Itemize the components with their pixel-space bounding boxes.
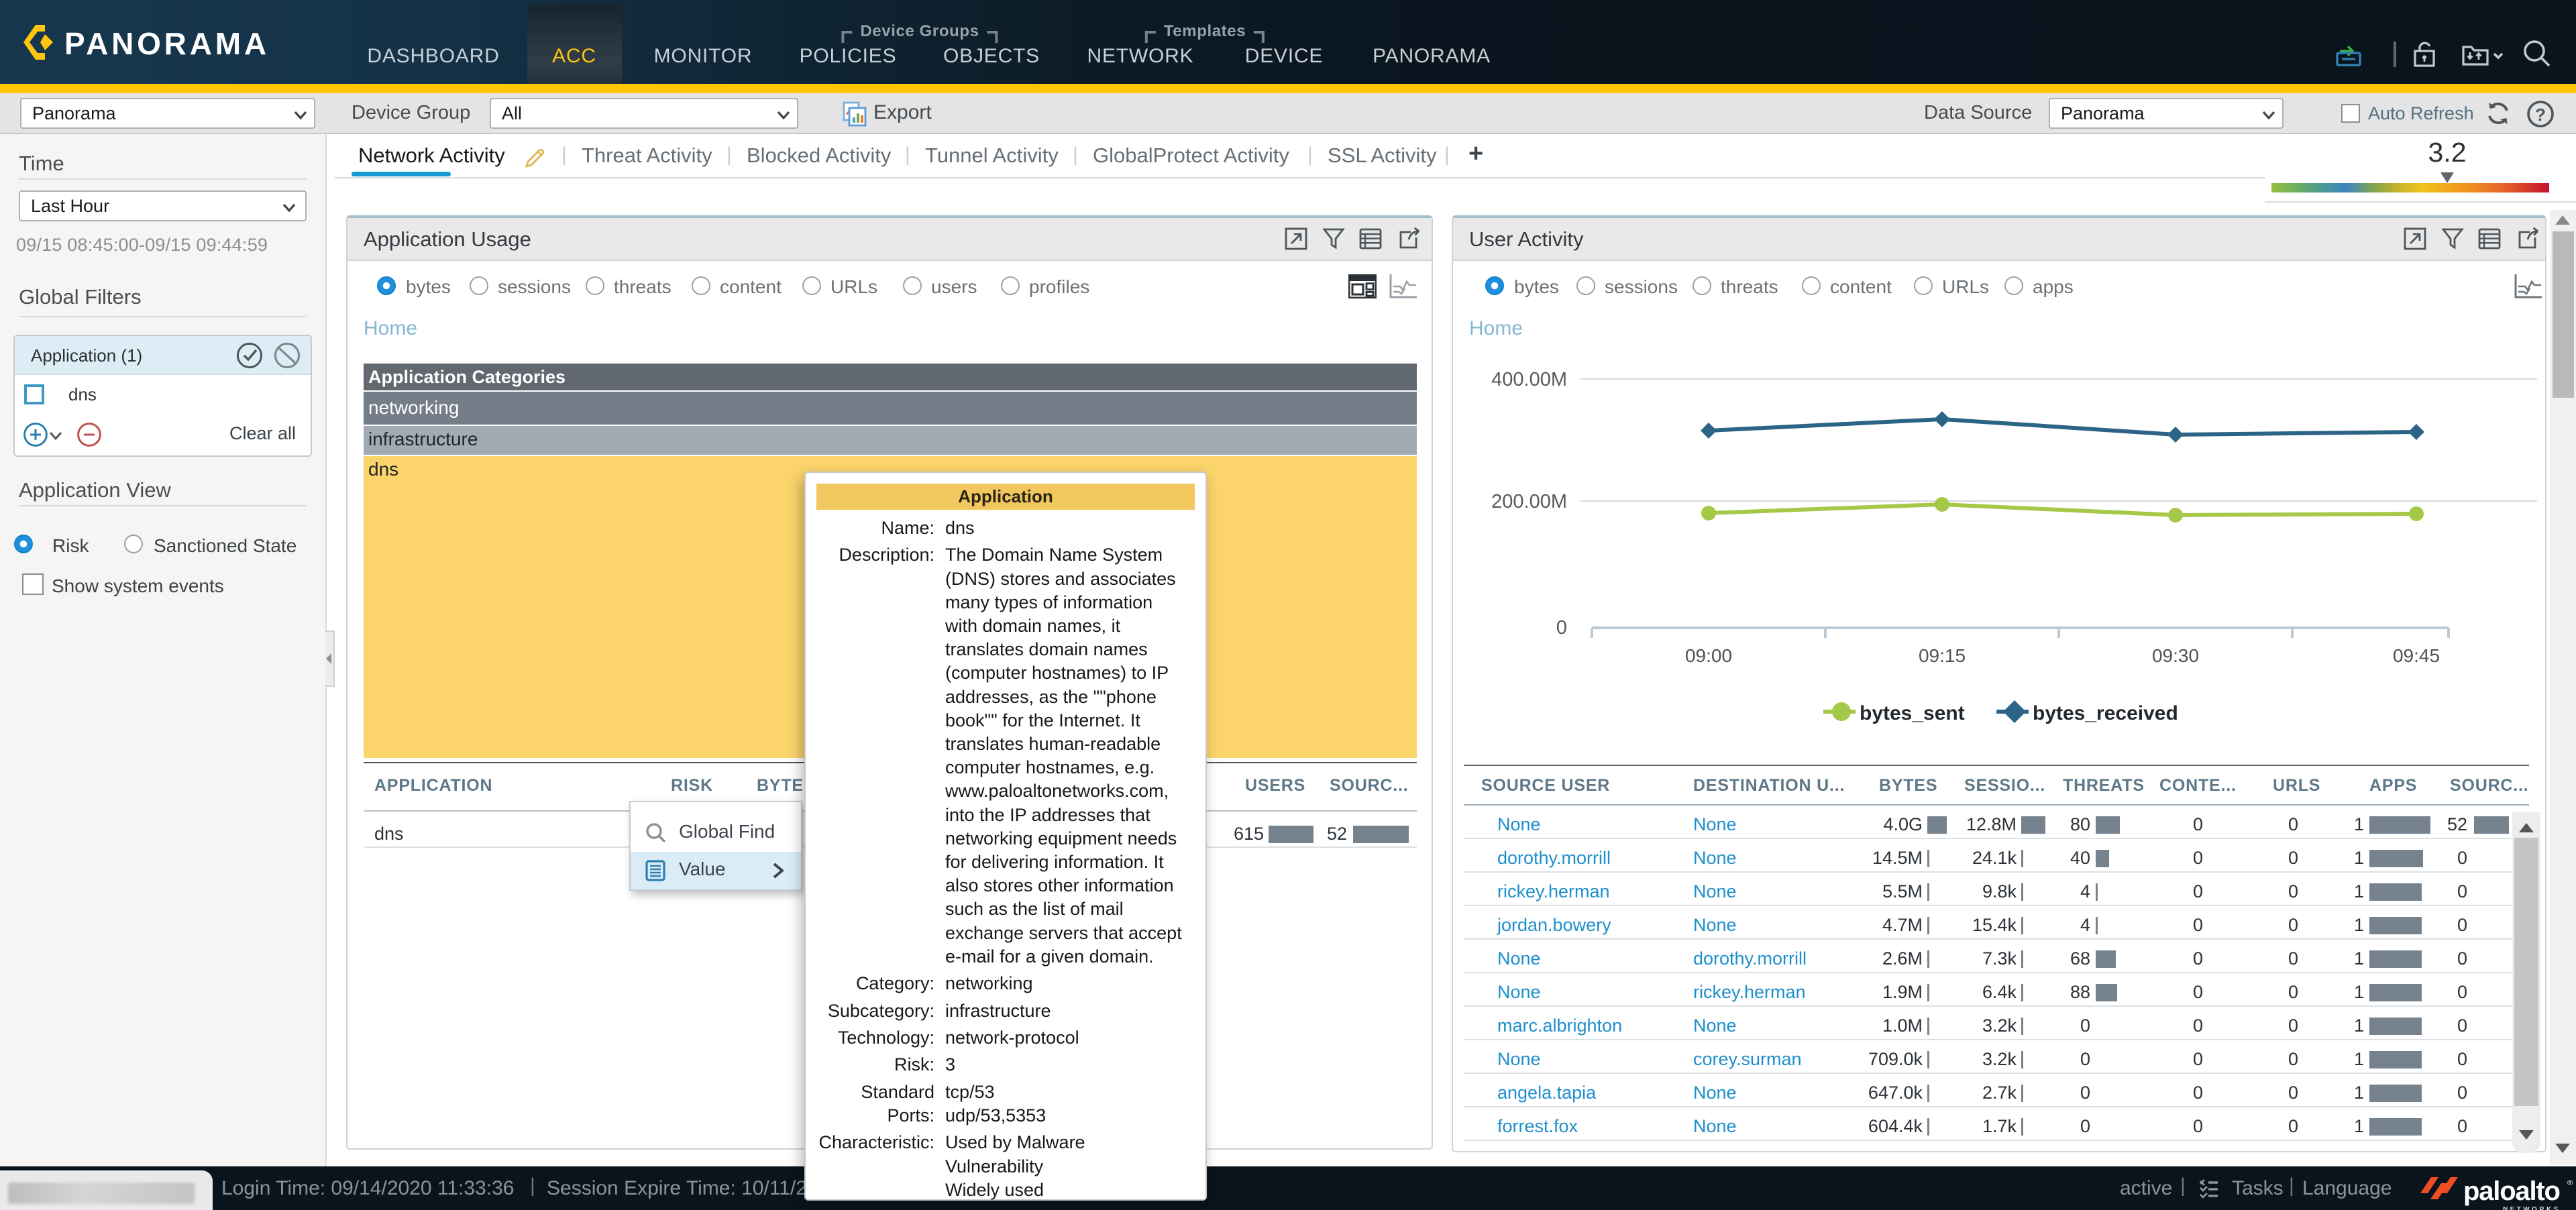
svg-text:bytes_sent: bytes_sent bbox=[1860, 702, 1965, 724]
svg-text:®: ® bbox=[2567, 1179, 2573, 1187]
svg-text:09:00: 09:00 bbox=[1685, 645, 1732, 666]
svg-text:?: ? bbox=[2535, 105, 2546, 125]
svg-text:paloalto: paloalto bbox=[2463, 1176, 2560, 1206]
svg-text:09:30: 09:30 bbox=[2152, 645, 2199, 666]
svg-text:0: 0 bbox=[1556, 617, 1567, 639]
svg-text:09:15: 09:15 bbox=[1919, 645, 1966, 666]
svg-text:09:45: 09:45 bbox=[2393, 645, 2440, 666]
svg-text:bytes_received: bytes_received bbox=[2033, 702, 2178, 724]
svg-text:400.00M: 400.00M bbox=[1491, 369, 1567, 390]
svg-text:200.00M: 200.00M bbox=[1491, 491, 1567, 512]
svg-text:NETWORKS: NETWORKS bbox=[2503, 1206, 2561, 1210]
